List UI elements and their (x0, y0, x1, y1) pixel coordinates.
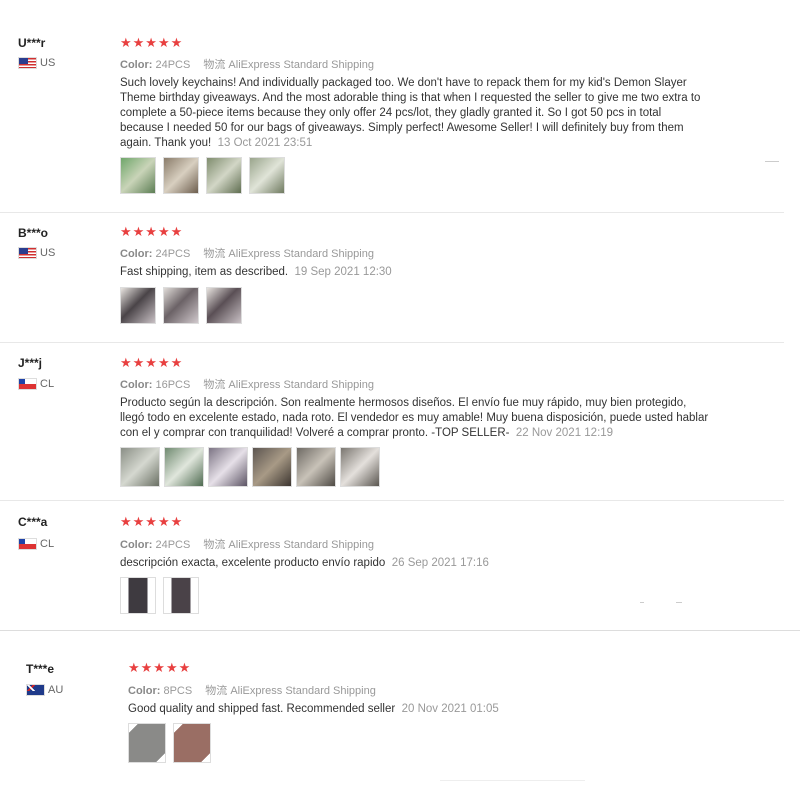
review-photo-thumb[interactable] (128, 723, 166, 763)
color-label: Color: (128, 685, 161, 697)
shipping-method: 物流 AliExpress Standard Shipping (203, 539, 374, 551)
review-date: 20 Nov 2021 01:05 (401, 703, 499, 715)
review-body: Good quality and shipped fast. Recommend… (128, 703, 396, 715)
color-label: Color: (120, 539, 153, 551)
color-label: Color: (120, 59, 153, 71)
us-flag-icon (18, 57, 37, 69)
shipping-method: 物流 AliExpress Standard Shipping (205, 685, 376, 697)
review-meta: Color: 24PCS 物流 AliExpress Standard Ship… (120, 56, 374, 72)
color-label: Color: (120, 248, 153, 260)
review-text: Fast shipping, item as described. 19 Sep… (120, 265, 705, 280)
reviewer-country: CL (18, 538, 54, 550)
review-photos (120, 157, 285, 194)
divider (0, 500, 784, 501)
review-photo-thumb[interactable] (340, 447, 380, 487)
reviewer-country: US (18, 57, 55, 69)
review-photo-thumb[interactable] (163, 577, 199, 614)
au-flag-icon (26, 684, 45, 696)
country-code: CL (40, 538, 55, 550)
shipping-method: 物流 AliExpress Standard Shipping (203, 59, 374, 71)
review-photo-thumb[interactable] (163, 157, 199, 194)
color-value: 24PCS (155, 248, 191, 260)
color-value: 24PCS (155, 539, 191, 551)
reviewer-name: U***r (18, 36, 46, 50)
shipping-method: 物流 AliExpress Standard Shipping (203, 379, 374, 391)
reviewer-name: J***j (18, 356, 43, 370)
color-label: Color: (120, 379, 153, 391)
divider (0, 630, 800, 631)
shipping-method: 物流 AliExpress Standard Shipping (203, 248, 374, 260)
review-photo-thumb[interactable] (208, 447, 248, 487)
star-rating: ★★★★★ (120, 35, 184, 50)
us-flag-icon (18, 247, 37, 259)
country-code: CL (40, 378, 55, 390)
scroll-indicator (676, 602, 682, 603)
review-photo-thumb[interactable] (120, 447, 160, 487)
review-photo-thumb[interactable] (249, 157, 285, 194)
review-text: Good quality and shipped fast. Recommend… (128, 702, 713, 717)
review-date: 26 Sep 2021 17:16 (391, 557, 489, 569)
review-photo-thumb[interactable] (164, 447, 204, 487)
review-date: 22 Nov 2021 12:19 (515, 427, 614, 439)
cl-flag-icon (18, 538, 37, 550)
review-date: 13 Oct 2021 23:51 (217, 137, 313, 149)
reviewer-name: C***a (18, 515, 48, 529)
scroll-indicator (440, 780, 585, 781)
scroll-indicator (765, 161, 779, 162)
review-photo-thumb[interactable] (120, 287, 156, 324)
review-date: 19 Sep 2021 12:30 (294, 266, 392, 278)
review-text: Producto según la descripción. Son realm… (120, 396, 710, 441)
review-meta: Color: 24PCS 物流 AliExpress Standard Ship… (120, 536, 374, 552)
color-value: 8PCS (163, 685, 193, 697)
review-photos (120, 577, 199, 614)
review-photo-thumb[interactable] (252, 447, 292, 487)
review-text: descripción exacta, excelente producto e… (120, 556, 705, 571)
review-meta: Color: 16PCS 物流 AliExpress Standard Ship… (120, 376, 374, 392)
color-value: 16PCS (155, 379, 191, 391)
review-body: Producto según la descripción. Son realm… (120, 397, 709, 439)
country-code: US (40, 247, 56, 259)
review-body: Fast shipping, item as described. (120, 266, 289, 278)
review-photo-thumb[interactable] (120, 157, 156, 194)
review-photos (120, 287, 242, 324)
review-photo-thumb[interactable] (120, 577, 156, 614)
review-photo-thumb[interactable] (206, 157, 242, 194)
review-text: Such lovely keychains! And individually … (120, 76, 705, 151)
review-body: Such lovely keychains! And individually … (120, 77, 701, 149)
reviewer-country: US (18, 247, 55, 259)
color-value: 24PCS (155, 59, 191, 71)
review-photo-thumb[interactable] (296, 447, 336, 487)
review-photo-thumb[interactable] (163, 287, 199, 324)
reviewer-country: AU (26, 684, 63, 696)
star-rating: ★★★★★ (120, 224, 184, 239)
reviewer-name: T***e (26, 662, 55, 676)
star-rating: ★★★★★ (120, 355, 184, 370)
divider (0, 212, 784, 213)
review-photos (120, 447, 380, 487)
review-body: descripción exacta, excelente producto e… (120, 557, 386, 569)
cl-flag-icon (18, 378, 37, 390)
star-rating: ★★★★★ (120, 514, 184, 529)
scroll-indicator (640, 602, 644, 603)
review-photos (128, 723, 211, 763)
divider (0, 342, 784, 343)
review-meta: Color: 8PCS 物流 AliExpress Standard Shipp… (128, 682, 376, 698)
country-code: US (40, 57, 56, 69)
reviewer-name: B***o (18, 226, 49, 240)
country-code: AU (48, 684, 64, 696)
reviewer-country: CL (18, 378, 54, 390)
review-photo-thumb[interactable] (173, 723, 211, 763)
review-meta: Color: 24PCS 物流 AliExpress Standard Ship… (120, 245, 374, 261)
review-photo-thumb[interactable] (206, 287, 242, 324)
star-rating: ★★★★★ (128, 660, 192, 675)
